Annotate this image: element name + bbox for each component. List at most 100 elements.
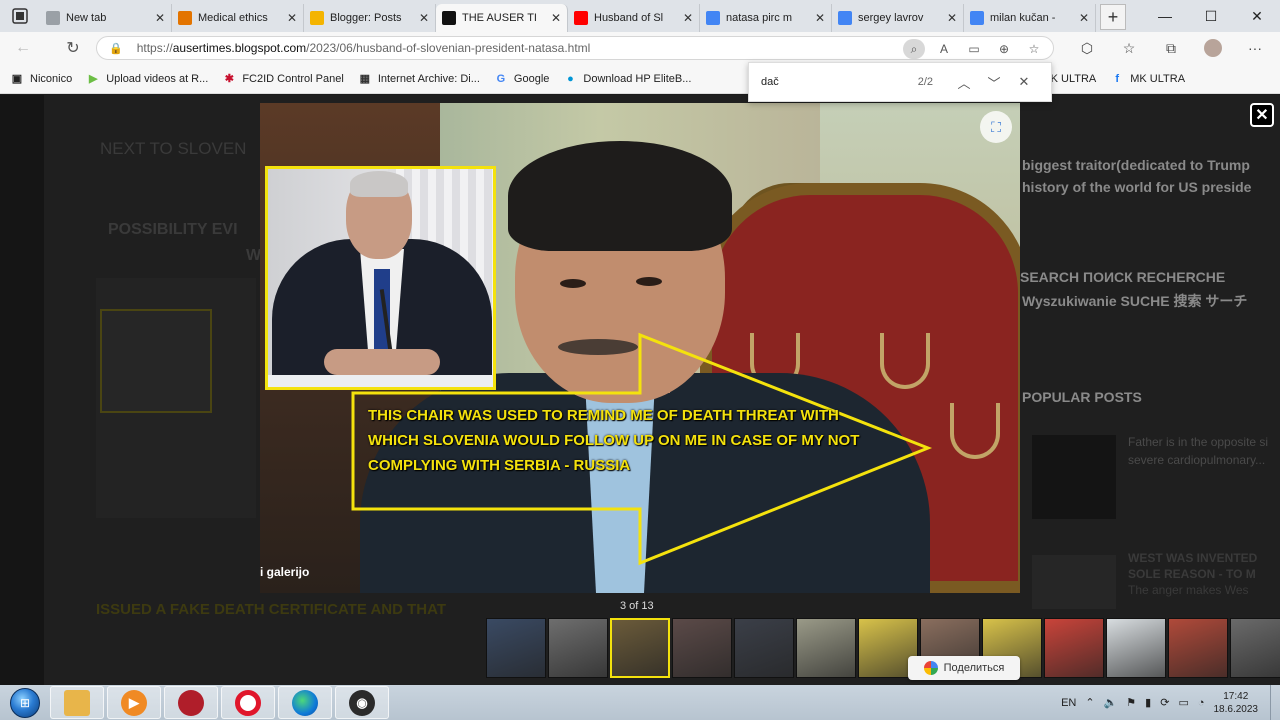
start-button[interactable]: ⊞ <box>0 685 50 720</box>
close-icon: ✕ <box>1018 74 1030 89</box>
thumbnail-3[interactable] <box>610 618 670 678</box>
bookmark-5[interactable]: ● Download HP EliteB... <box>563 72 691 86</box>
language-indicator[interactable]: EN <box>1061 697 1076 709</box>
display-icon[interactable]: ▭ <box>1178 696 1188 709</box>
bookmark-7[interactable]: f MK ULTRA <box>1110 72 1185 86</box>
tab-strip: New tab ✕ Medical ethics ✕ Blogger: Posts ✕ TH… <box>0 0 1280 32</box>
network-icon[interactable]: ▮ <box>1145 696 1151 709</box>
tab-actions-button[interactable] <box>0 0 40 32</box>
volume-icon[interactable]: 🔈 <box>1104 696 1118 709</box>
taskbar-app[interactable] <box>164 686 218 719</box>
tab-5[interactable]: natasa pirc m ✕ <box>700 4 832 32</box>
thumbnail-4[interactable] <box>672 618 732 678</box>
profile-avatar[interactable] <box>1192 32 1234 64</box>
thumbnail-13[interactable] <box>1230 618 1280 678</box>
tab-1[interactable]: Medical ethics ✕ <box>172 4 304 32</box>
show-desktop-button[interactable] <box>1270 685 1280 720</box>
immersive-reader-icon[interactable]: ▭ <box>963 39 985 59</box>
system-tray: EN ⌃ 🔈 ⚑ ▮ ⟳ ▭ ◔ 17:42 18.6.2023 <box>1061 685 1280 720</box>
taskbar-edge[interactable] <box>278 686 332 719</box>
maximize-button[interactable]: ☐ <box>1188 0 1234 32</box>
minimize-button[interactable]: — <box>1142 0 1188 32</box>
tray-arrow-icon[interactable]: ⌃ <box>1085 696 1094 709</box>
taskbar-opera[interactable] <box>221 686 275 719</box>
find-close-button[interactable]: ✕ <box>1009 74 1039 90</box>
back-button[interactable]: ← <box>6 32 40 64</box>
thumbnail-10[interactable] <box>1044 618 1104 678</box>
find-count: 2/2 <box>917 76 933 88</box>
clock-time: 17:42 <box>1223 690 1249 702</box>
new-tab-button[interactable]: + <box>1100 4 1126 30</box>
tab-6[interactable]: sergey lavrov ✕ <box>832 4 964 32</box>
bookmark-3[interactable]: ▦ Internet Archive: Di... <box>358 72 480 86</box>
favorite-add-icon[interactable]: ☆ <box>1023 39 1045 59</box>
wifi-icon[interactable]: ◔ <box>1198 697 1205 709</box>
plus-icon: + <box>1107 6 1119 27</box>
lightbox-close-button[interactable]: ✕ <box>1250 103 1274 127</box>
popular-post-2-line-1[interactable]: WEST WAS INVENTED <box>1128 551 1257 565</box>
toolbar-right: ⬡ ☆ ⧉ ··· <box>1066 32 1276 64</box>
popular-post-1-line-1[interactable]: Father is in the opposite si <box>1128 435 1268 449</box>
more-menu-icon[interactable]: ··· <box>1234 32 1276 64</box>
address-bar[interactable]: 🔒 https:// ausertimes.blogspot.com /2023… <box>96 36 1054 60</box>
taskbar-explorer[interactable] <box>50 686 104 719</box>
tab-close-icon[interactable]: ✕ <box>1079 11 1089 25</box>
taskbar-obs[interactable]: ◉ <box>335 686 389 719</box>
url-host: ausertimes.blogspot.com <box>172 41 307 55</box>
share-button[interactable]: Поделиться <box>908 656 1020 680</box>
bookmark-1[interactable]: ▶ Upload videos at R... <box>86 72 208 86</box>
tab-0[interactable]: New tab ✕ <box>40 4 172 32</box>
close-window-button[interactable]: ✕ <box>1234 0 1280 32</box>
thumbnail-5[interactable] <box>734 618 794 678</box>
collections-icon[interactable]: ⧉ <box>1150 32 1192 64</box>
popular-post-thumb-2[interactable] <box>1032 555 1116 609</box>
taskbar-media-player[interactable]: ▶ <box>107 686 161 719</box>
tab-label: Blogger: Posts <box>330 12 402 24</box>
clock[interactable]: 17:42 18.6.2023 <box>1214 690 1259 716</box>
visual-search-button[interactable]: ⛶ <box>980 111 1012 143</box>
tab-close-icon[interactable]: ✕ <box>815 11 825 25</box>
screen: New tab ✕ Medical ethics ✕ Blogger: Posts ✕ TH… <box>0 0 1280 720</box>
tab-close-icon[interactable]: ✕ <box>287 11 297 25</box>
extensions-icon[interactable]: ⬡ <box>1066 32 1108 64</box>
refresh-button[interactable]: ↻ <box>56 32 90 64</box>
zoom-icon[interactable]: ⊕ <box>993 39 1015 59</box>
tab-7[interactable]: milan kučan - ✕ <box>964 4 1096 32</box>
thumbnail-1[interactable] <box>486 618 546 678</box>
tab-label: Husband of Sl <box>594 12 664 24</box>
find-previous-button[interactable]: ︿ <box>949 73 979 92</box>
sync-icon[interactable]: ⟳ <box>1160 696 1169 709</box>
find-highlight-icon[interactable]: ⌕ <box>903 39 925 59</box>
tab-close-icon[interactable]: ✕ <box>551 11 561 25</box>
thumbnail-11[interactable] <box>1106 618 1166 678</box>
facebook-icon: f <box>1115 72 1120 85</box>
popular-post-thumb-1[interactable] <box>1032 435 1116 519</box>
tab-label: New tab <box>66 12 107 24</box>
read-aloud-icon[interactable]: A <box>933 39 955 59</box>
bookmark-0[interactable]: ▣ Niconico <box>10 72 72 86</box>
bookmark-2[interactable]: ✱ FC2ID Control Panel <box>222 72 344 86</box>
tab-close-icon[interactable]: ✕ <box>155 11 165 25</box>
thumbnail-6[interactable] <box>796 618 856 678</box>
thumbnail-2[interactable] <box>548 618 608 678</box>
media-player-icon: ▶ <box>121 689 147 716</box>
tab-3[interactable]: THE AUSER TI ✕ <box>436 4 568 32</box>
flag-icon[interactable]: ⚑ <box>1126 696 1136 709</box>
favorites-icon[interactable]: ☆ <box>1108 32 1150 64</box>
tab-close-icon[interactable]: ✕ <box>947 11 957 25</box>
thumbnail-12[interactable] <box>1168 618 1228 678</box>
chevron-up-icon: ︿ <box>957 75 971 91</box>
bookmark-4[interactable]: G Google <box>494 72 550 86</box>
find-next-button[interactable]: ﹀ <box>979 73 1009 92</box>
tab-4[interactable]: Husband of Sl ✕ <box>568 4 700 32</box>
arrow-left-icon: ← <box>15 39 31 56</box>
popular-post-1-line-2: severe cardiopulmonary... <box>1128 453 1266 467</box>
tab-close-icon[interactable]: ✕ <box>419 11 429 25</box>
find-input[interactable]: dač <box>761 76 918 88</box>
close-icon: ✕ <box>1255 107 1269 124</box>
tab-close-icon[interactable]: ✕ <box>683 11 693 25</box>
tab-2[interactable]: Blogger: Posts ✕ <box>304 4 436 32</box>
tab-label: THE AUSER TI <box>462 12 537 24</box>
bookmark-label: FC2ID Control Panel <box>242 72 344 85</box>
thumbnail-strip <box>486 618 1280 678</box>
